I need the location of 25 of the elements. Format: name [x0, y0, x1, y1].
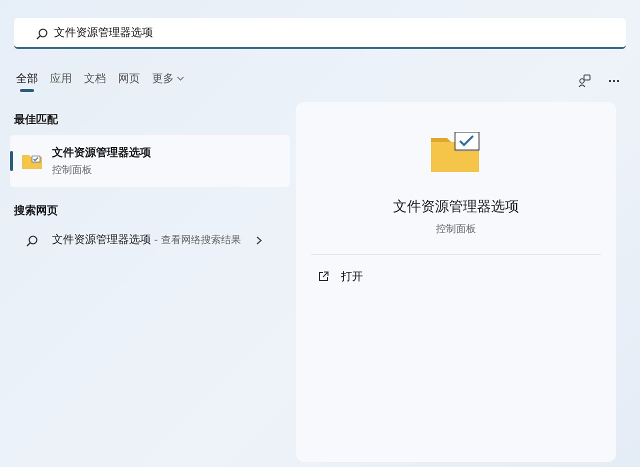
people-icon[interactable] — [578, 74, 592, 88]
caret-icon — [177, 76, 184, 81]
section-heading: 搜索网页 — [14, 203, 59, 218]
result-title: 文件资源管理器选项 — [52, 145, 151, 160]
open-action[interactable]: 打开 — [316, 267, 365, 286]
filter-tab[interactable]: 更多 — [150, 69, 186, 92]
filter-tab[interactable]: 网页 — [116, 69, 142, 92]
folder-icon — [431, 132, 481, 174]
search-icon — [26, 234, 38, 246]
search-icon — [36, 28, 48, 40]
section-heading: 最佳匹配 — [14, 112, 59, 127]
best-match-item[interactable]: 文件资源管理器选项 控制面板 — [10, 135, 290, 187]
app-title: 文件资源管理器选项 — [393, 198, 519, 216]
result-subtitle: 控制面板 — [52, 164, 93, 177]
search-field[interactable]: 文件资源管理器选项 — [14, 18, 626, 49]
filter-tab[interactable]: 文档 — [82, 69, 108, 92]
open-external-icon — [318, 271, 329, 282]
more-icon[interactable] — [608, 78, 620, 82]
web-result-text: 文件资源管理器选项 - 查看网络搜索结果 — [52, 232, 242, 248]
app-subtitle: 控制面板 — [436, 222, 476, 236]
folder-icon — [22, 153, 42, 169]
filter-tab[interactable]: 全部 — [14, 69, 40, 92]
web-result-item[interactable]: 文件资源管理器选项 - 查看网络搜索结果 — [10, 226, 290, 255]
filter-tab[interactable]: 应用 — [48, 69, 74, 92]
chevron-icon — [256, 236, 262, 245]
